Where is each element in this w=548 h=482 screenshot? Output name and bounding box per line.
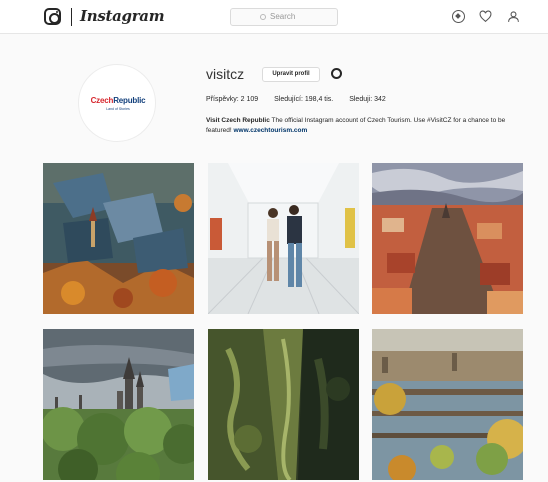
profile-user-icon[interactable] — [507, 10, 520, 23]
post-thumbnail[interactable] — [372, 163, 523, 314]
edit-profile-button[interactable]: Upravit profil — [262, 67, 320, 82]
activity-heart-icon[interactable] — [479, 10, 492, 23]
post-thumbnail[interactable] — [43, 329, 194, 480]
profile-username: visitcz — [206, 66, 245, 82]
search-input[interactable]: Search — [230, 8, 338, 26]
explore-compass-icon[interactable] — [452, 10, 465, 23]
settings-gear-icon[interactable] — [331, 68, 342, 79]
instagram-wordmark[interactable]: Instagram — [80, 7, 165, 25]
profile-stats: Příspěvky: 2 109 Sledující: 198,4 tis. S… — [206, 96, 400, 103]
top-navigation-bar: Instagram Search — [0, 0, 548, 34]
bio-name: Visit Czech Republic — [206, 117, 270, 124]
post-thumbnail[interactable] — [208, 329, 359, 480]
followers-count[interactable]: Sledující: 198,4 tis. — [274, 96, 333, 103]
post-thumbnail[interactable] — [208, 163, 359, 314]
search-icon — [260, 14, 266, 20]
logo-divider — [71, 8, 72, 26]
post-thumbnail[interactable] — [43, 163, 194, 314]
instagram-camera-icon[interactable] — [44, 8, 61, 25]
profile-header: CzechRepublic Land of Stories visitcz Up… — [0, 50, 548, 150]
search-placeholder: Search — [270, 12, 296, 21]
post-thumbnail[interactable] — [372, 329, 523, 480]
avatar-brand-logo: CzechRepublic — [90, 96, 146, 105]
avatar-brand-tagline: Land of Stories — [106, 107, 130, 111]
bio-link[interactable]: www.czechtourism.com — [233, 127, 307, 134]
profile-avatar[interactable]: CzechRepublic Land of Stories — [78, 64, 156, 142]
profile-bio: Visit Czech Republic The official Instag… — [206, 116, 526, 136]
posts-count: Příspěvky: 2 109 — [206, 96, 259, 103]
following-count[interactable]: Sleduji: 342 — [349, 96, 386, 103]
